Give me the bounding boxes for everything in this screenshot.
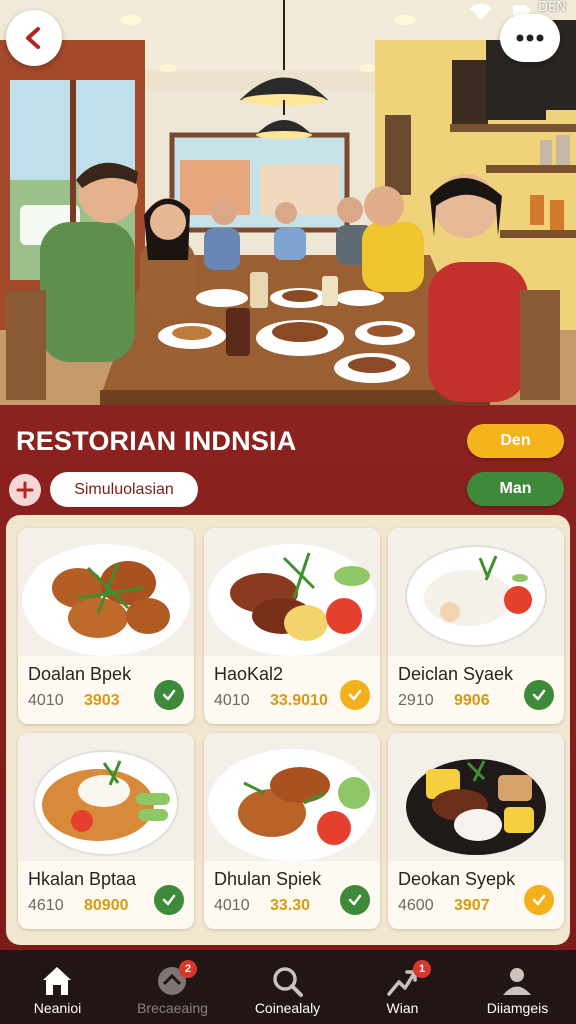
- den-button[interactable]: Den: [467, 424, 564, 458]
- select-check-button[interactable]: [524, 885, 554, 915]
- check-icon: [532, 689, 546, 701]
- dish-name: Deiclan Syaek: [398, 664, 514, 684]
- menu-card[interactable]: Deiclan Syaek 2910 9906: [388, 528, 564, 724]
- add-filter-button[interactable]: [9, 474, 41, 506]
- status-time: DEN: [538, 0, 566, 15]
- restaurant-title: RESTORIAN INDNSIA: [16, 426, 297, 456]
- check-icon: [162, 689, 176, 701]
- dish-code: 2910: [398, 692, 434, 709]
- menu-card[interactable]: Hkalan Bptaa 4610 80900: [18, 733, 194, 929]
- nav-item-chart[interactable]: 1 Wian: [345, 950, 460, 1024]
- more-dots-icon: [516, 34, 544, 42]
- dish-code: 4010: [214, 692, 250, 709]
- restaurant-illustration: [0, 0, 576, 405]
- dish-image: [204, 528, 380, 656]
- dish-code: 4010: [214, 897, 250, 914]
- menu-card[interactable]: Deokan Syepk 4600 3907: [388, 733, 564, 929]
- dish-price: 3903: [84, 692, 120, 709]
- more-options-button[interactable]: [500, 14, 560, 62]
- nav-label: Coinealaly: [254, 1000, 321, 1016]
- select-check-button[interactable]: [154, 680, 184, 710]
- dish-code: 4610: [28, 897, 64, 914]
- chevron-left-icon: [26, 27, 40, 49]
- wifi-icon: [470, 3, 492, 20]
- check-icon: [348, 894, 362, 906]
- check-icon: [532, 894, 546, 906]
- dish-price: 3907: [454, 897, 490, 914]
- nav-label: Wian: [386, 1000, 419, 1016]
- dish-image: [388, 528, 564, 656]
- check-icon: [162, 894, 176, 906]
- select-check-button[interactable]: [154, 885, 184, 915]
- select-check-button[interactable]: [524, 680, 554, 710]
- nav-label: Diiamgeis: [486, 1000, 549, 1016]
- notification-badge: 2: [179, 960, 197, 978]
- nav-item-home[interactable]: Neanioi: [0, 950, 115, 1024]
- check-icon: [348, 689, 362, 701]
- dish-code: 4010: [28, 692, 64, 709]
- dish-image: [18, 733, 194, 861]
- dish-price: 33.30: [270, 897, 311, 914]
- select-check-button[interactable]: [340, 680, 370, 710]
- nav-label: Neanioi: [33, 1000, 82, 1016]
- dish-code: 4600: [398, 897, 434, 914]
- menu-card[interactable]: Dhulan Spiek 4010 33.30: [204, 733, 380, 929]
- dish-price: 9906: [454, 692, 490, 709]
- nav-item-search[interactable]: Coinealaly: [230, 950, 345, 1024]
- dish-image: [18, 528, 194, 656]
- menu-card[interactable]: Doalan Bpek 4010 3903: [18, 528, 194, 724]
- menu-card[interactable]: HaoKal2 4010 33.9010: [204, 528, 380, 724]
- hero-image: DEN: [0, 0, 576, 405]
- home-icon: [43, 967, 71, 995]
- dish-name: Dhulan Spiek: [214, 869, 322, 889]
- nav-item-profile[interactable]: Diiamgeis: [460, 950, 575, 1024]
- bottom-navigation: Neanioi 2 Brecaeaing Coinealaly 1 Wian D…: [0, 950, 576, 1024]
- dish-name: Deokan Syepk: [398, 869, 516, 889]
- search-icon: [273, 967, 303, 997]
- dish-image: [204, 733, 380, 861]
- nav-item-tag[interactable]: 2 Brecaeaing: [115, 950, 230, 1024]
- back-button[interactable]: [6, 10, 62, 66]
- dish-price: 33.9010: [270, 692, 328, 709]
- select-check-button[interactable]: [340, 885, 370, 915]
- dish-name: HaoKal2: [214, 664, 284, 684]
- dish-name: Doalan Bpek: [28, 664, 132, 684]
- notification-badge: 1: [413, 960, 431, 978]
- dish-price: 80900: [84, 897, 129, 914]
- plus-icon: [16, 481, 34, 499]
- dish-image: [388, 733, 564, 861]
- profile-icon: [503, 968, 531, 995]
- filter-chip[interactable]: Simuluolasian: [50, 472, 198, 507]
- man-button[interactable]: Man: [467, 472, 564, 506]
- dish-name: Hkalan Bptaa: [28, 869, 137, 889]
- nav-label: Brecaeaing: [137, 1000, 208, 1016]
